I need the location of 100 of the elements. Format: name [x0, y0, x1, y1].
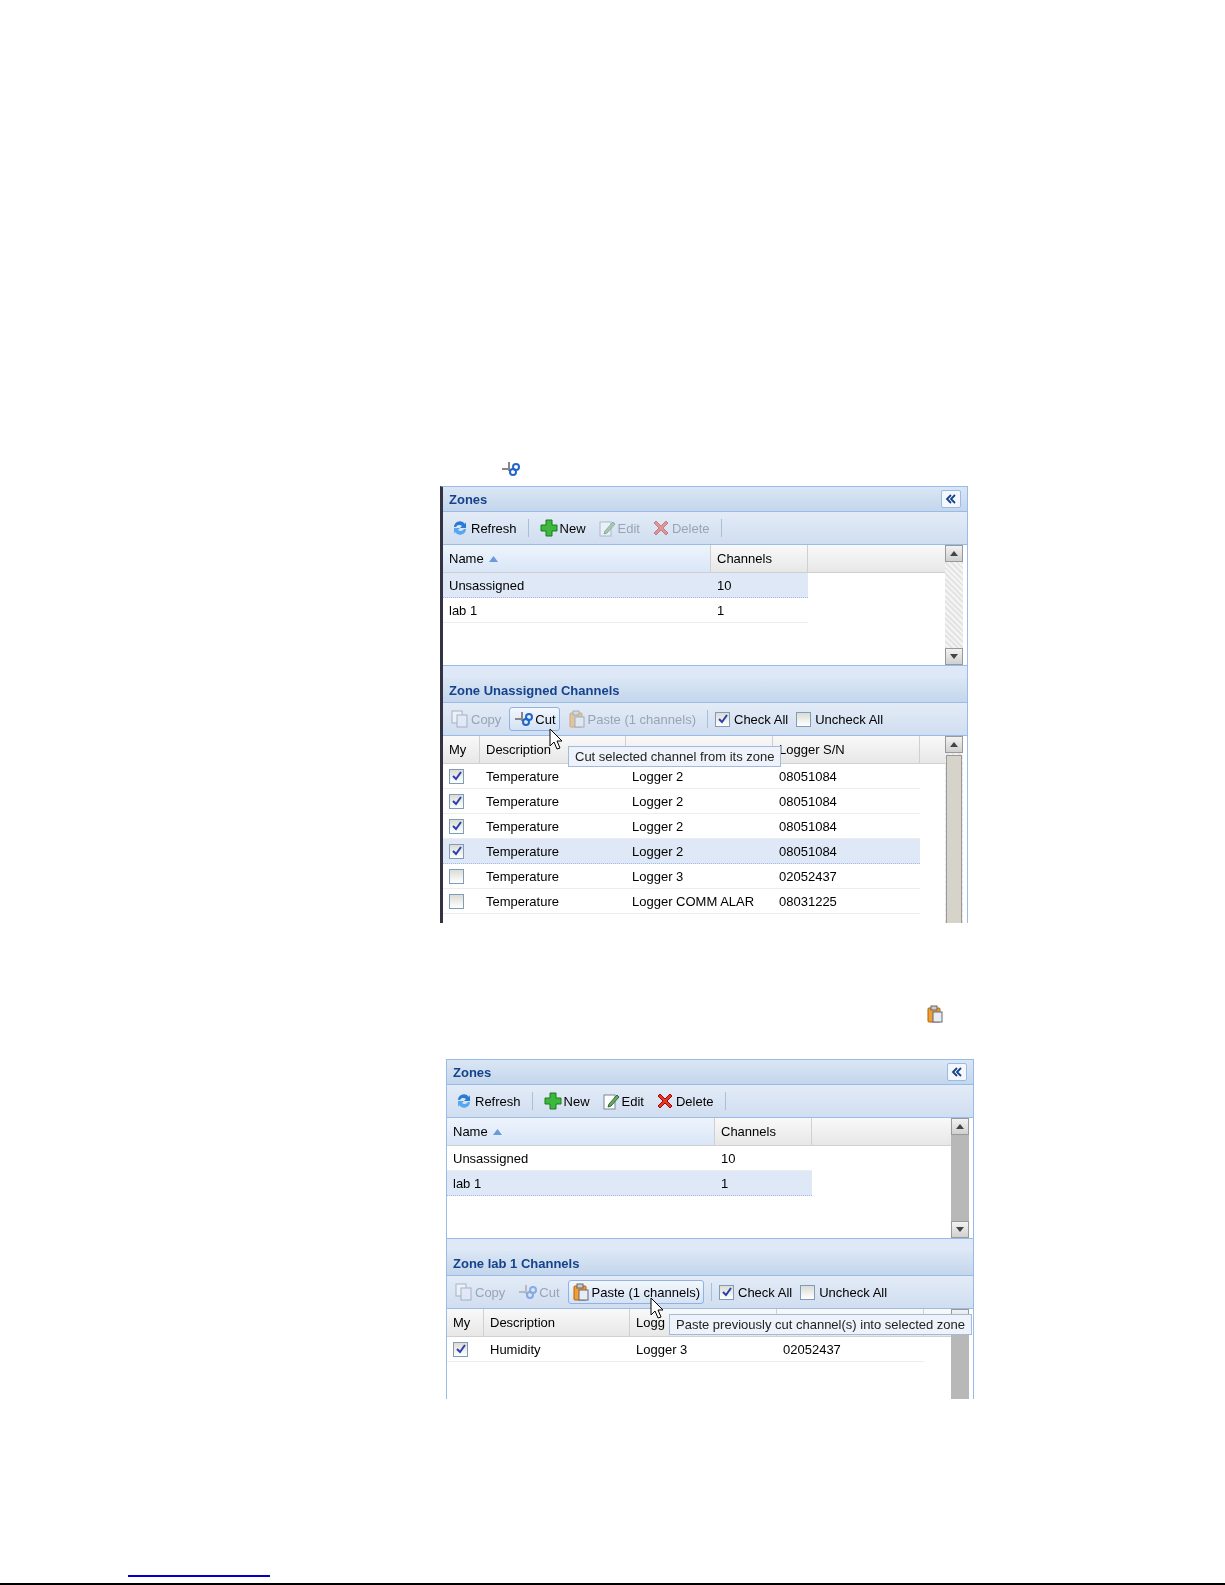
checkbox-option[interactable]: Uncheck All — [796, 711, 884, 727]
table-cell-text: 02052437 — [778, 867, 838, 886]
checkmark-icon — [451, 821, 462, 831]
table-cell-text: Temperature — [485, 792, 560, 811]
toolbar-button[interactable]: Edit — [597, 1089, 648, 1113]
refresh-icon — [451, 519, 469, 537]
table-cell-text: 1 — [716, 601, 726, 620]
column-header[interactable]: My — [443, 736, 480, 763]
table-cell-text: 08051084 — [778, 767, 838, 786]
collapse-icon — [945, 494, 957, 504]
refresh-icon — [455, 1092, 473, 1110]
table-cell-text: 10 — [720, 1149, 737, 1168]
edit-icon — [597, 519, 616, 537]
checkbox-option[interactable]: Uncheck All — [800, 1284, 888, 1300]
scroll-down-icon — [950, 654, 958, 659]
toolbar-button[interactable]: Delete — [651, 1089, 718, 1113]
column-header[interactable]: My — [447, 1309, 484, 1336]
table-cell-text: 08031225 — [778, 892, 838, 911]
toolbar-button[interactable]: New — [535, 516, 590, 540]
plus-icon — [543, 1092, 562, 1110]
row-checkbox[interactable] — [453, 1341, 468, 1357]
checkbox-option[interactable]: Check All — [719, 1284, 793, 1300]
column-header[interactable]: Description — [484, 1309, 630, 1336]
table-cell-text: 08051084 — [778, 792, 838, 811]
collapse-button[interactable] — [947, 1063, 967, 1081]
table-cell-text: Logger 3 — [631, 867, 685, 886]
table-cell-text: 02052437 — [782, 1340, 842, 1359]
row-checkbox[interactable] — [449, 818, 464, 834]
table-cell-text: Temperature — [485, 817, 560, 836]
scissors-icon — [500, 460, 520, 478]
table-cell-text: Temperature — [485, 767, 560, 786]
sort-arrow-icon — [492, 1128, 502, 1135]
panel-title: Zone lab 1 Channels — [453, 1255, 580, 1271]
table-cell-text: lab 1 — [448, 601, 479, 620]
collapse-icon — [951, 1067, 963, 1077]
edit-icon — [601, 1092, 620, 1110]
delete-icon — [655, 1092, 674, 1110]
panel-title: Zone Unassigned Channels — [449, 682, 620, 698]
checkmark-icon — [717, 714, 728, 724]
toolbar-button[interactable]: Refresh — [447, 516, 521, 540]
checkmark-icon — [451, 796, 462, 806]
toolbar-button[interactable]: Cut — [509, 707, 560, 731]
table-row[interactable]: lab 1 1 — [447, 1171, 812, 1196]
clipboard-icon — [926, 1005, 944, 1023]
checkmark-icon — [455, 1344, 466, 1354]
sort-arrow-icon — [488, 555, 498, 562]
row-checkbox[interactable] — [449, 868, 464, 884]
table-cell-text: Temperature — [485, 842, 560, 861]
scrollbar[interactable] — [945, 545, 963, 665]
tooltip: Paste previously cut channel(s) into selected zone — [669, 1314, 973, 1335]
column-header[interactable]: Name — [443, 545, 711, 572]
toolbar-button[interactable]: Refresh — [451, 1089, 525, 1113]
row-checkbox[interactable] — [449, 893, 464, 909]
delete-icon — [651, 519, 670, 537]
panel-title: Zones — [449, 491, 488, 507]
collapse-button[interactable] — [941, 490, 961, 508]
scissors-icon — [517, 1283, 538, 1301]
table-cell-text: Logger 2 — [631, 767, 685, 786]
copy-icon — [451, 710, 469, 728]
table-cell-text: Logger 2 — [631, 817, 685, 836]
table-cell-text: Unsassigned — [452, 1149, 530, 1168]
table-cell-text: 10 — [716, 576, 733, 595]
scrollbar[interactable] — [945, 736, 963, 923]
column-header[interactable]: Name — [447, 1118, 715, 1145]
toolbar-button[interactable]: New — [539, 1089, 594, 1113]
table-cell-text: Temperature — [485, 867, 560, 886]
table-cell-text: Logger 2 — [631, 792, 685, 811]
scroll-up-icon — [950, 742, 958, 747]
checkmark-icon — [451, 846, 462, 856]
table-cell-text: Logger 3 — [635, 1340, 689, 1359]
plus-icon — [539, 519, 558, 537]
copy-icon — [455, 1283, 473, 1301]
row-checkbox[interactable] — [449, 768, 464, 784]
table-row[interactable]: Unsassigned 10 — [443, 573, 808, 598]
scrollbar[interactable] — [951, 1118, 969, 1238]
table-cell-text: 1 — [720, 1174, 730, 1193]
table-cell-text: Logger COMM ALAR — [631, 892, 756, 911]
table-cell-text: Humidity — [489, 1340, 542, 1359]
scroll-down-icon — [956, 1227, 964, 1232]
column-header[interactable]: Channels — [711, 545, 808, 572]
table-cell-text: lab 1 — [452, 1174, 483, 1193]
table-cell-text: Unsassigned — [448, 576, 526, 595]
scissors-icon — [513, 710, 534, 728]
row-checkbox[interactable] — [449, 843, 464, 859]
row-checkbox[interactable] — [449, 793, 464, 809]
column-header[interactable]: Channels — [715, 1118, 812, 1145]
panel-title: Zones — [453, 1064, 492, 1080]
clipboard-icon — [571, 1283, 590, 1301]
clipboard-icon — [567, 710, 586, 728]
checkbox-option[interactable]: Check All — [715, 711, 789, 727]
cursor-icon — [549, 728, 563, 750]
checkmark-icon — [721, 1287, 732, 1297]
table-cell-text: 08051084 — [778, 817, 838, 836]
scroll-up-icon — [950, 551, 958, 556]
checkmark-icon — [451, 771, 462, 781]
toolbar-button[interactable]: Paste (1 channels) — [567, 1280, 704, 1304]
table-cell-text: Logger 2 — [631, 842, 685, 861]
table-row[interactable]: Temperature Logger 2 08051084 — [443, 839, 920, 864]
scroll-up-icon — [956, 1124, 964, 1129]
table-cell-text: Temperature — [485, 892, 560, 911]
